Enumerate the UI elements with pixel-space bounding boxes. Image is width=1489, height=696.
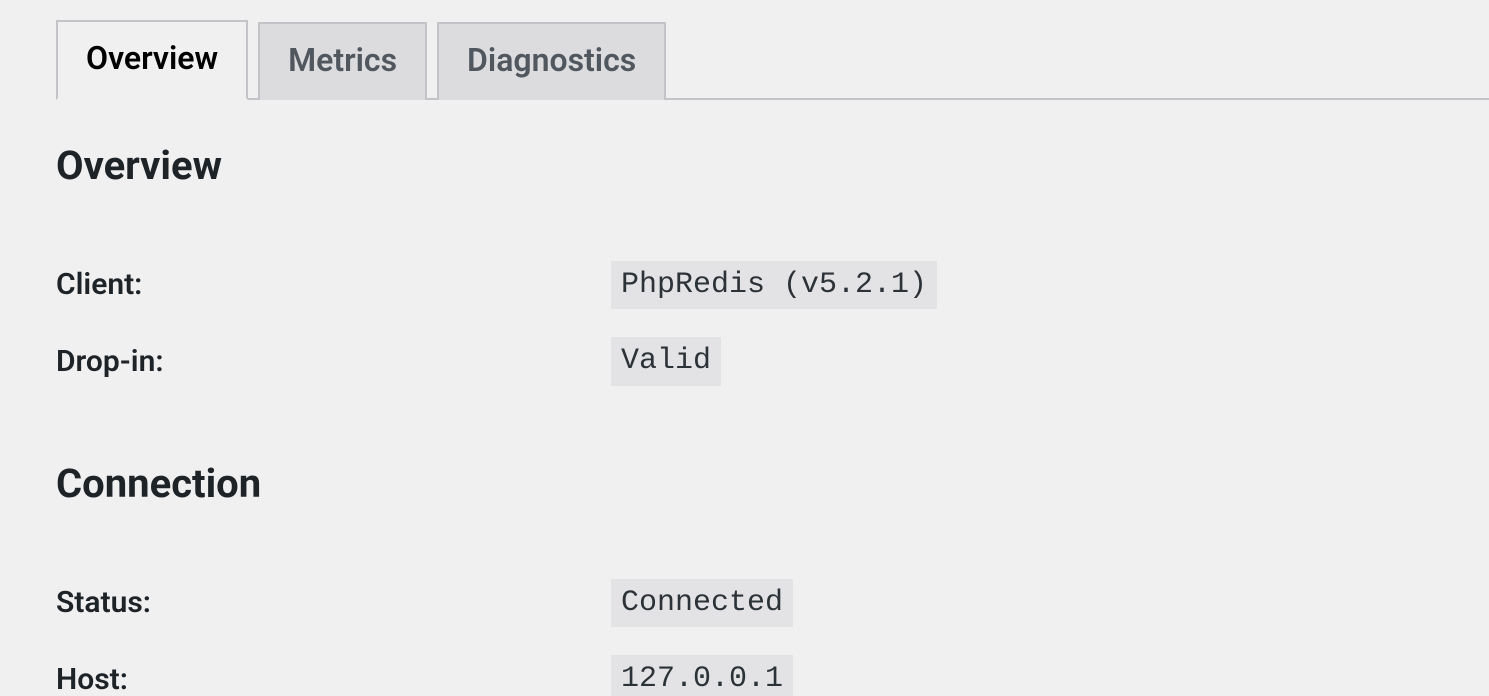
label-status: Status: [56,565,611,642]
section-title-connection: Connection [56,460,1489,507]
settings-panel: Overview Metrics Diagnostics Overview Cl… [0,0,1489,696]
label-host: Host: [56,641,611,696]
tab-overview[interactable]: Overview [56,20,248,100]
connection-table: Status: Connected Host: 127.0.0.1 [56,565,1489,696]
row-status: Status: Connected [56,565,1489,642]
label-client: Client: [56,247,611,324]
section-title-overview: Overview [56,142,1489,189]
value-host: 127.0.0.1 [611,655,793,696]
value-status: Connected [611,579,793,628]
row-dropin: Drop-in: Valid [56,323,1489,400]
label-dropin: Drop-in: [56,323,611,400]
value-dropin: Valid [611,337,721,386]
tab-diagnostics[interactable]: Diagnostics [437,22,666,100]
overview-table: Client: PhpRedis (v5.2.1) Drop-in: Valid [56,247,1489,400]
row-host: Host: 127.0.0.1 [56,641,1489,696]
tab-bar: Overview Metrics Diagnostics [56,18,1489,100]
tab-metrics[interactable]: Metrics [258,22,427,100]
value-client: PhpRedis (v5.2.1) [611,261,937,310]
row-client: Client: PhpRedis (v5.2.1) [56,247,1489,324]
